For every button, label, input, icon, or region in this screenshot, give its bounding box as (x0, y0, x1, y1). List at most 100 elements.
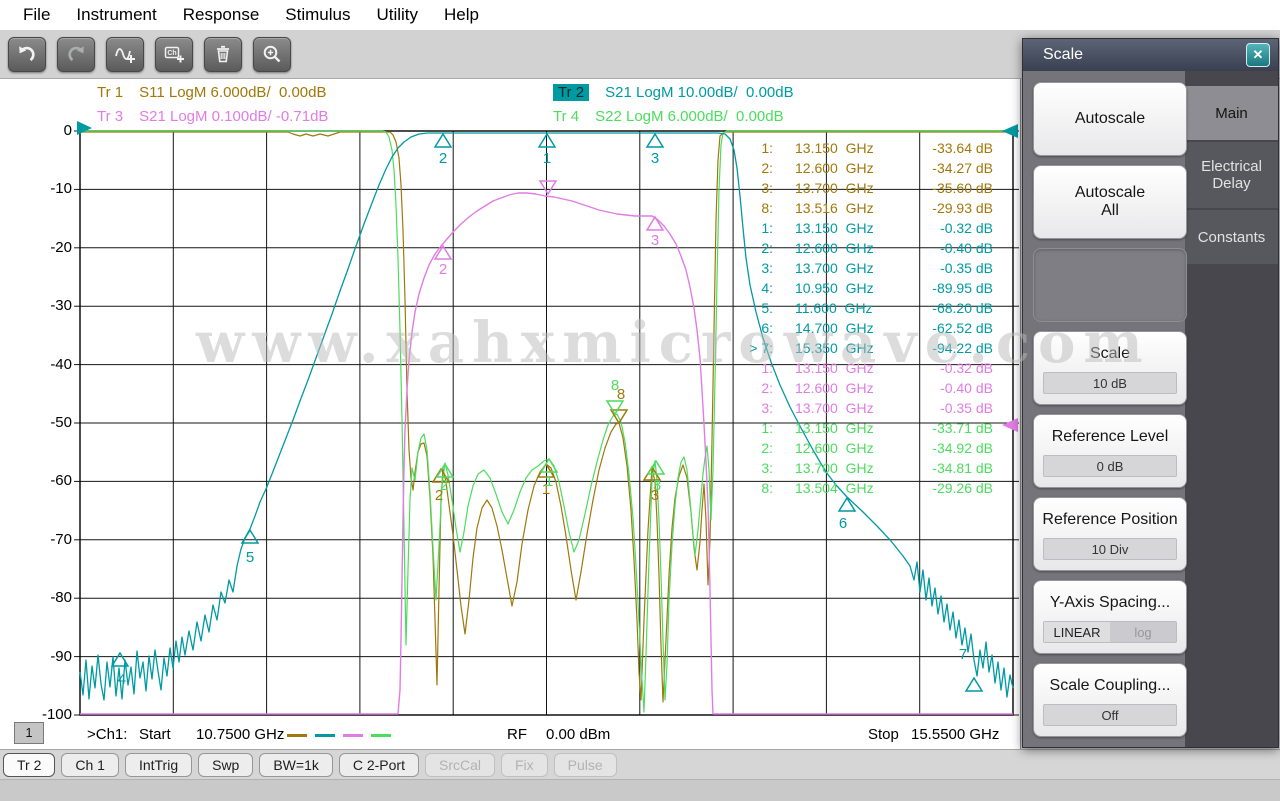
trace-id: Tr 4 (553, 108, 579, 125)
rf-power-value[interactable]: 0.00 dBm (546, 726, 610, 743)
tab-main[interactable]: Main (1185, 86, 1278, 140)
marker-frequency: 13.516 GHz (773, 198, 923, 218)
autoscale-label: Autoscale (1075, 110, 1145, 128)
marker-value: -34.92 dB (923, 438, 995, 458)
marker-2-teal (435, 134, 451, 147)
marker-label-5-teal: 5 (246, 549, 254, 566)
bottom-strip (0, 779, 1280, 801)
stop-freq-value[interactable]: 15.5500 GHz (911, 726, 999, 743)
marker-frequency: 13.700 GHz (773, 398, 923, 418)
add-trace-icon (114, 43, 136, 65)
marker-value: -0.35 dB (923, 398, 995, 418)
reference-position-button[interactable]: Reference Position 10 Div (1033, 497, 1187, 571)
statusbar-ch1-button[interactable]: Ch 1 (61, 753, 119, 777)
tab-electrical-delay[interactable]: Electrical Delay (1185, 142, 1278, 208)
trace-id: Tr 3 (97, 108, 123, 125)
delete-button[interactable] (204, 37, 242, 72)
marker-table-row: 1:13.150 GHz-33.64 dB (739, 138, 995, 158)
menu-item-response[interactable]: Response (170, 1, 273, 29)
marker-label-2-green: 2 (440, 477, 448, 494)
marker-table-row: 2:12.600 GHz-0.40 dB (739, 238, 995, 258)
reference-position-label: Reference Position (1042, 511, 1177, 529)
scale-coupling-value[interactable]: Off (1043, 704, 1177, 726)
marker-6-teal (839, 498, 855, 511)
statusbar-inttrig-button[interactable]: IntTrig (125, 753, 192, 777)
autoscale-all-button[interactable]: Autoscale All (1033, 165, 1187, 239)
marker-number: 1: (739, 138, 773, 158)
ref-arrow-magenta-right (1002, 418, 1018, 432)
menu-item-instrument[interactable]: Instrument (63, 1, 169, 29)
reference-level-value[interactable]: 0 dB (1043, 455, 1177, 477)
marker-value: -29.26 dB (923, 478, 995, 498)
trace-format: S22 LogM 6.000dB/ 0.00dB (595, 108, 783, 125)
menu-item-stimulus[interactable]: Stimulus (272, 1, 363, 29)
marker-value: -34.27 dB (923, 158, 995, 178)
redo-button[interactable] (57, 37, 95, 72)
marker-label-3-green: 3 (653, 477, 661, 494)
menu-item-help[interactable]: Help (431, 1, 492, 29)
marker-table-row: 1:13.150 GHz-0.32 dB (739, 358, 995, 378)
scale-coupling-label: Scale Coupling... (1050, 677, 1171, 695)
tab-constants[interactable]: Constants (1185, 210, 1278, 264)
marker-number: 3: (739, 258, 773, 278)
marker-table-row: 2:12.600 GHz-34.92 dB (739, 438, 995, 458)
start-freq-value[interactable]: 10.7500 GHz (196, 726, 284, 743)
menu-bar: FileInstrumentResponseStimulusUtilityHel… (0, 0, 1280, 30)
statusbar-bw1k-button[interactable]: BW=1k (259, 753, 333, 777)
marker-label-4-teal: 4 (118, 671, 126, 688)
delete-icon (212, 43, 234, 65)
y-axis-spacing-option-linear[interactable]: LINEAR (1044, 622, 1110, 642)
marker-number: 3: (739, 458, 773, 478)
trace-id: Tr 1 (97, 84, 123, 101)
close-icon[interactable]: ✕ (1246, 43, 1270, 67)
add-trace-button[interactable] (106, 37, 144, 72)
zoom-button[interactable] (253, 37, 291, 72)
trace-label-tr2[interactable]: Tr 2S21 LogM 10.00dB/ 0.00dB (553, 84, 794, 101)
marker-number: 6: (739, 318, 773, 338)
marker-label-8-green: 8 (611, 377, 619, 394)
scale-button[interactable]: Scale 10 dB (1033, 331, 1187, 405)
marker-label-6-teal: 6 (839, 515, 847, 532)
marker-table-row: > 7:15.350 GHz-94.22 dB (739, 338, 995, 358)
marker-3-teal (647, 134, 663, 147)
marker-value: -34.81 dB (923, 458, 995, 478)
statusbar-tr2-button[interactable]: Tr 2 (3, 753, 55, 777)
y-tick-label: -70 (0, 530, 72, 550)
reference-position-value[interactable]: 10 Div (1043, 538, 1177, 560)
trace-dash-green (371, 734, 391, 737)
marker-table-row: 8:13.504 GHz-29.26 dB (739, 478, 995, 498)
marker-value: -29.93 dB (923, 198, 995, 218)
y-axis-spacing-option-log[interactable]: log (1110, 622, 1176, 642)
marker-value: -0.32 dB (923, 358, 995, 378)
marker-value: -0.32 dB (923, 218, 995, 238)
marker-frequency: 13.150 GHz (773, 138, 923, 158)
y-tick-label: -50 (0, 413, 72, 433)
scale-value[interactable]: 10 dB (1043, 372, 1177, 394)
y-tick-label: 0 (0, 121, 72, 141)
trace-label-tr3[interactable]: Tr 3S21 LogM 0.100dB/ -0.71dB (97, 108, 328, 125)
scale-dialog-titlebar[interactable]: Scale ✕ (1023, 39, 1278, 71)
trace-dash-teal (315, 734, 335, 737)
menu-item-file[interactable]: File (10, 1, 63, 29)
marker-readout-table: 1:13.150 GHz-33.64 dB2:12.600 GHz-34.27 … (739, 138, 995, 498)
trace-label-tr1[interactable]: Tr 1S11 LogM 6.000dB/ 0.00dB (97, 84, 327, 101)
scale-dialog-tabs: MainElectrical DelayConstants (1185, 71, 1278, 747)
y-axis-spacing-toggle[interactable]: LINEARlog (1043, 621, 1177, 643)
statusbar-pulse-button: Pulse (554, 753, 617, 777)
y-axis-spacing-button[interactable]: Y-Axis Spacing...LINEARlog (1033, 580, 1187, 654)
undo-button[interactable] (8, 37, 46, 72)
marker-number: 1: (739, 358, 773, 378)
menu-item-utility[interactable]: Utility (363, 1, 431, 29)
marker-frequency: 12.600 GHz (773, 438, 923, 458)
marker-value: -0.40 dB (923, 238, 995, 258)
reference-level-button[interactable]: Reference Level0 dB (1033, 414, 1187, 488)
scale-label: Scale (1090, 345, 1130, 363)
scale-coupling-button[interactable]: Scale Coupling... Off (1033, 663, 1187, 737)
marker-table-row: 8:13.516 GHz-29.93 dB (739, 198, 995, 218)
autoscale-button[interactable]: Autoscale (1033, 82, 1187, 156)
add-channel-button[interactable]: Ch (155, 37, 193, 72)
statusbar-swp-button[interactable]: Swp (198, 753, 253, 777)
channel-number-tab[interactable]: 1 (14, 722, 44, 744)
trace-label-tr4[interactable]: Tr 4 S22 LogM 6.000dB/ 0.00dB (553, 108, 784, 125)
statusbar-c2port-button[interactable]: C 2-Port (339, 753, 419, 777)
